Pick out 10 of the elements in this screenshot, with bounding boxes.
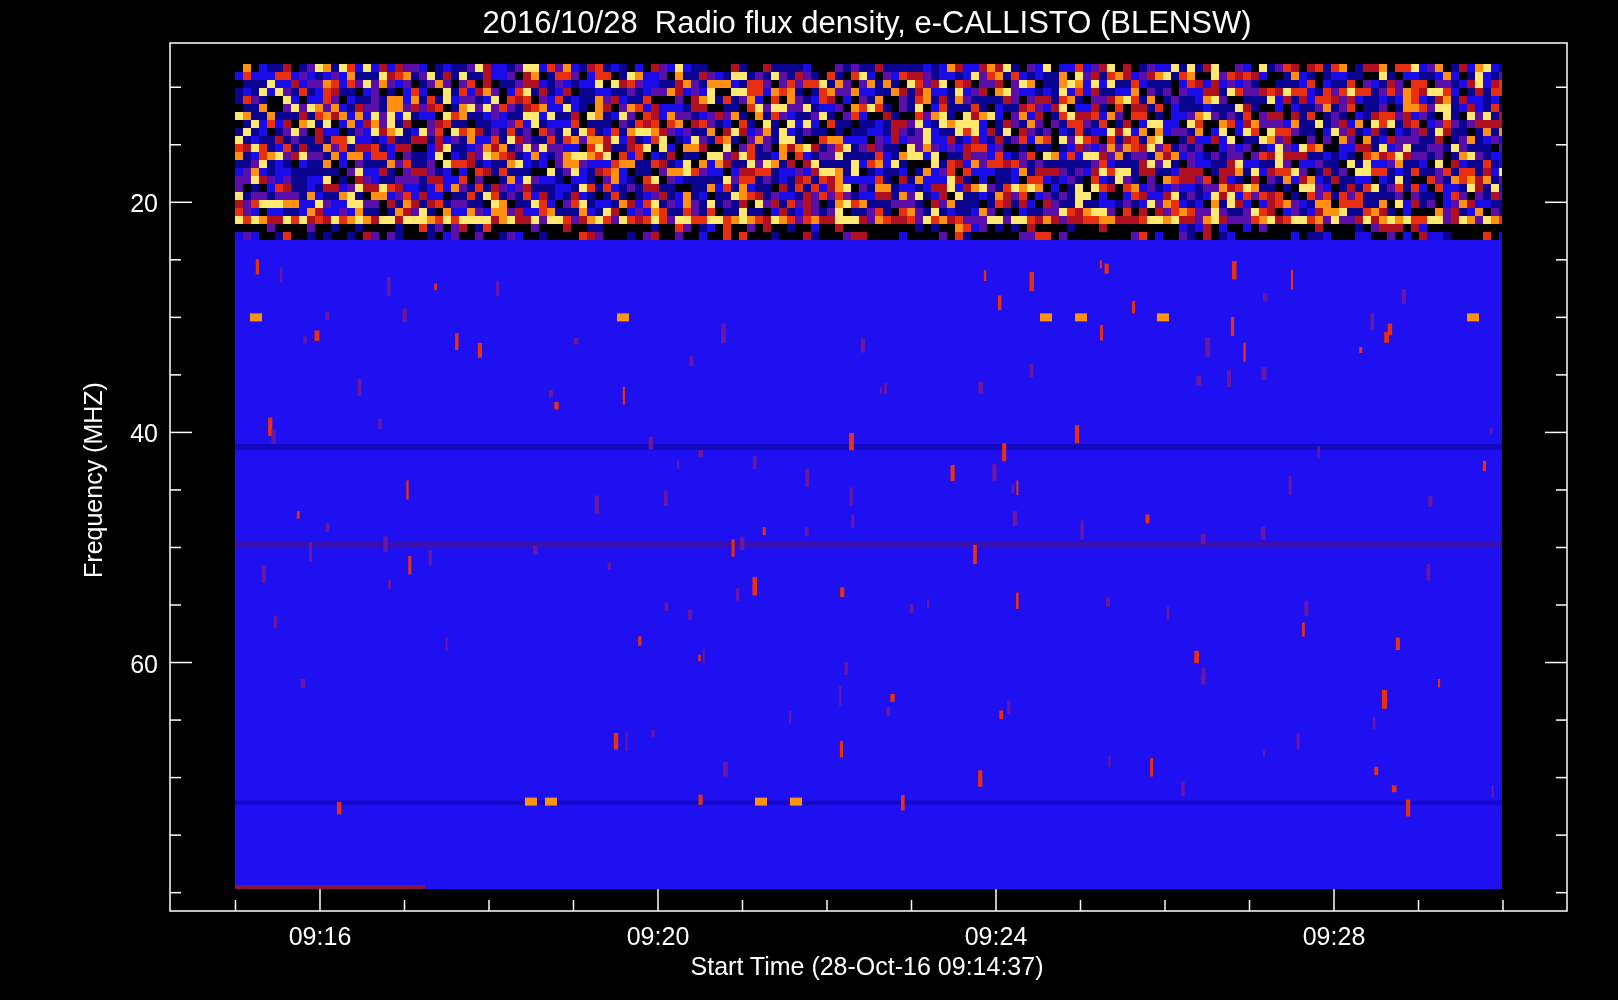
- x-tick-label: 09:20: [626, 922, 690, 950]
- x-tick-label: 09:24: [964, 922, 1028, 950]
- y-tick-label: 60: [130, 649, 158, 678]
- chart-title: 2016/10/28 Radio flux density, e-CALLISTO (BLENSW): [482, 5, 1252, 40]
- y-tick-label: 40: [130, 419, 158, 448]
- x-tick-label: 09:16: [288, 922, 352, 950]
- x-tick-label: 09:28: [1302, 922, 1366, 950]
- y-axis-label: Frequency (MHZ): [79, 382, 107, 578]
- x-axis-label: Start Time (28-Oct-16 09:14:37): [690, 952, 1044, 980]
- y-tick-label: 20: [130, 189, 158, 218]
